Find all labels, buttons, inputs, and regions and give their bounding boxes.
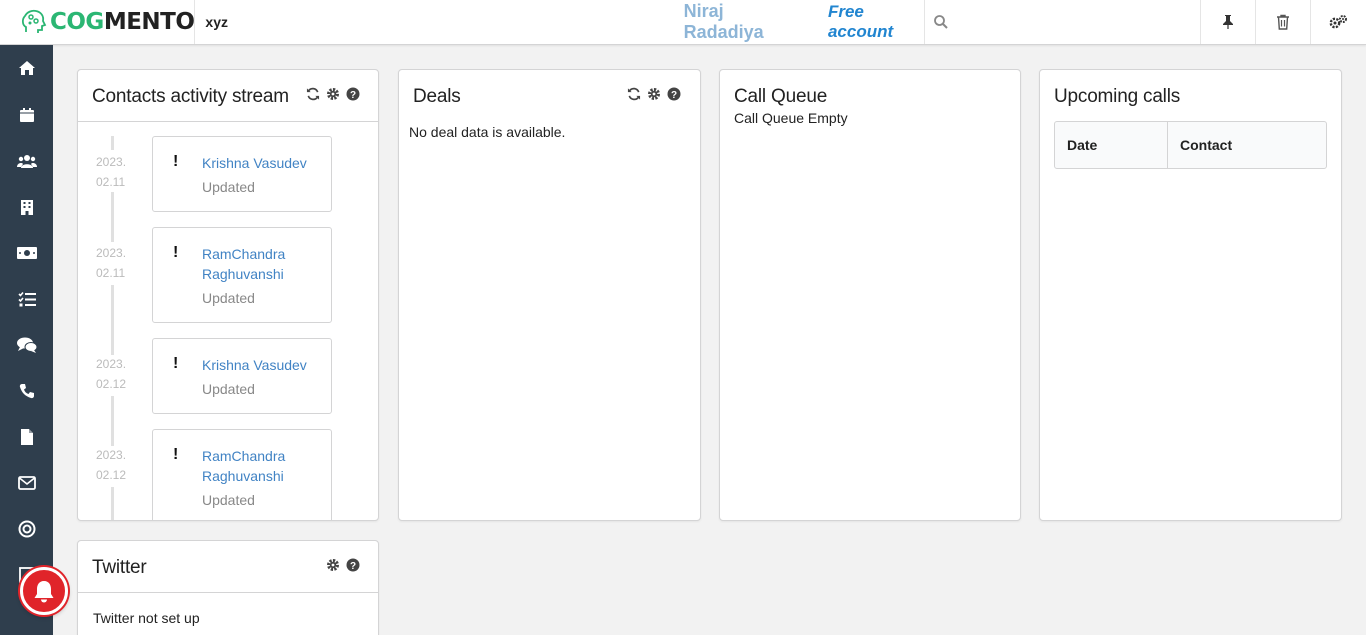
account-type-link[interactable]: Free account [818,0,924,44]
companies-icon[interactable] [17,197,37,217]
home-icon[interactable] [17,58,37,78]
trash-icon [1276,14,1289,30]
email-icon[interactable] [17,473,37,493]
card-title: Upcoming calls [1054,86,1181,107]
entry-date: 2023. 02.11 [96,155,127,189]
twitter-card: Twitter ? Twitter not set up [77,540,379,635]
entry-date: 2023. 02.12 [96,357,127,391]
calls-icon[interactable] [17,381,37,401]
twitter-empty-message: Twitter not set up [93,610,200,626]
deals-empty-message: No deal data is available. [409,124,566,140]
gear-icon[interactable] [326,87,340,101]
svg-text:?: ? [350,90,356,101]
refresh-icon[interactable] [306,87,320,101]
contact-link[interactable]: Krishna Vasudev [202,153,327,173]
trash-button[interactable] [1254,0,1310,44]
activity-action: Updated [202,290,255,306]
brain-logo-icon [21,9,47,33]
timeline-line [111,396,114,446]
gear-icon[interactable] [326,558,340,572]
exclamation-icon: ! [173,244,179,261]
logo[interactable]: COGMENTO [0,0,196,44]
exclamation-icon: ! [173,355,179,372]
contacts-activity-stream-card: Contacts activity stream ? 2023. 02.11 ! … [77,69,379,521]
entry-date: 2023. 02.11 [96,246,127,280]
top-bar: COGMENTO xyz Niraj Radadiya Free account [0,0,1366,45]
activity-stream-list[interactable]: 2023. 02.11 ! Krishna Vasudev Updated 202… [78,121,378,520]
settings-button[interactable] [1309,0,1366,44]
column-header-contact[interactable]: Contact [1168,122,1326,168]
tasks-icon[interactable] [17,289,37,309]
call-queue-card: Call Queue Call Queue Empty [719,69,1021,521]
refresh-icon[interactable] [627,87,641,101]
timeline-line [111,192,114,242]
help-icon[interactable]: ? [667,87,681,101]
card-tools: ? [326,558,360,572]
gears-icon [1329,15,1348,29]
card-title: Deals [413,86,461,107]
contact-link[interactable]: RamChandra Raghuvanshi [202,244,327,284]
bell-icon [34,581,54,603]
activity-action: Updated [202,179,255,195]
contact-link[interactable]: Krishna Vasudev [202,355,327,375]
timeline-line [111,285,114,355]
contacts-icon[interactable] [17,151,37,171]
calendar-icon[interactable] [17,105,37,125]
card-title: Twitter [92,557,147,578]
activity-action: Updated [202,492,255,508]
activity-entry: ! RamChandra Raghuvanshi Updated [152,429,332,520]
gear-icon[interactable] [647,87,661,101]
card-title: Contacts activity stream [92,86,289,107]
upcoming-calls-table-header: Date Contact [1054,121,1327,169]
user-name[interactable]: Niraj Radadiya [684,0,818,44]
column-header-date[interactable]: Date [1055,122,1168,168]
activity-entry: ! Krishna Vasudev Updated [152,136,332,212]
divider [78,592,378,593]
notification-bell-button[interactable] [20,567,68,615]
search-bar[interactable] [923,0,1201,44]
timeline-line [111,136,114,150]
activity-entry: ! RamChandra Raghuvanshi Updated [152,227,332,323]
documents-icon[interactable] [17,427,37,447]
deals-icon[interactable] [17,243,37,263]
contact-link[interactable]: RamChandra Raghuvanshi [202,446,327,486]
card-tools: ? [306,87,360,101]
pin-icon [1223,15,1234,29]
help-icon[interactable]: ? [346,87,360,101]
card-title: Call Queue [734,86,828,107]
search-icon [933,15,948,29]
deals-card: Deals ? No deal data is available. [398,69,701,521]
entry-date: 2023. 02.12 [96,448,127,482]
cases-icon[interactable] [17,335,37,355]
timeline-line [111,487,114,520]
exclamation-icon: ! [173,153,179,170]
sidebar [0,45,53,635]
upcoming-calls-card: Upcoming calls Date Contact [1039,69,1342,521]
campaigns-icon[interactable] [17,519,37,539]
call-queue-empty-message: Call Queue Empty [734,110,848,126]
activity-entry: ! Krishna Vasudev Updated [152,338,332,414]
svg-text:?: ? [350,561,356,572]
logo-text: COGMENTO [50,9,195,35]
company-name: xyz [205,14,228,30]
card-tools: ? [627,87,681,101]
help-icon[interactable]: ? [346,558,360,572]
exclamation-icon: ! [173,446,179,463]
pin-button[interactable] [1200,0,1255,44]
activity-action: Updated [202,381,255,397]
svg-text:?: ? [671,90,677,101]
